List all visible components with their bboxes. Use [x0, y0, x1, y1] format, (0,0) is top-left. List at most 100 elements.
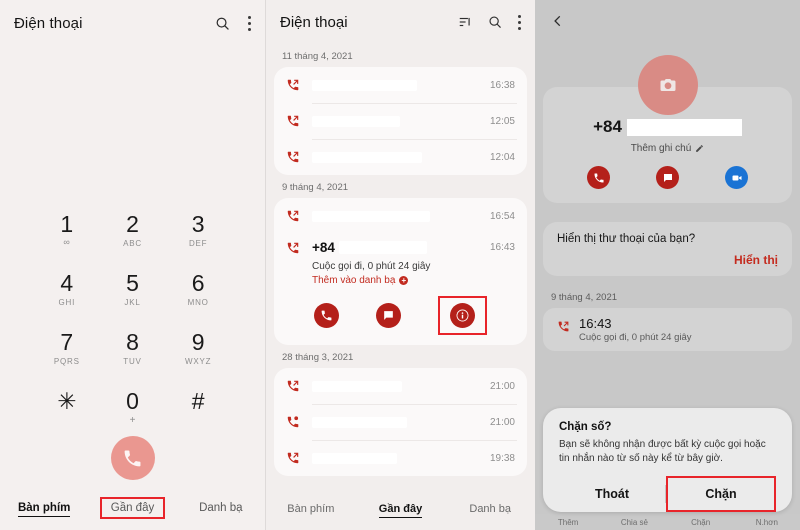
action-call-wrap	[314, 303, 340, 328]
call-time: 21:00	[489, 416, 515, 428]
camera-icon	[660, 79, 675, 91]
back-arrow-icon	[554, 15, 561, 27]
add-note-button[interactable]: Thêm ghi chú	[543, 143, 792, 154]
dialpad-key-3[interactable]: 3 DEF	[165, 212, 231, 249]
dialpad-key-4[interactable]: 4 GHI	[34, 271, 100, 308]
more-vertical-icon[interactable]	[518, 14, 521, 30]
tab-keypad[interactable]: Bàn phím	[266, 503, 356, 515]
table-row[interactable]: 21:00	[274, 368, 527, 404]
call-history-item[interactable]: 16:43 Cuộc gọi đi, 0 phút 24 giây	[543, 308, 792, 351]
outgoing-call-icon	[286, 451, 304, 465]
message-button[interactable]	[656, 166, 679, 189]
voicemail-question: Hiển thị thư thoại của bạn?	[557, 233, 696, 245]
dialpad-key-1[interactable]: 1 ∞	[34, 212, 100, 249]
add-note-label: Thêm ghi chú	[630, 143, 692, 154]
call-time: 16:43	[579, 316, 612, 331]
back-button[interactable]	[535, 0, 800, 33]
dialog-title: Chặn số?	[559, 421, 612, 433]
key-letters: DEF	[188, 239, 208, 248]
sort-icon[interactable]	[458, 15, 472, 29]
dialpad-key-hash[interactable]: #	[165, 389, 231, 426]
date-header: 11 tháng 4, 2021	[282, 51, 353, 62]
redacted-name	[312, 79, 417, 91]
tab-keypad[interactable]: Bàn phím	[0, 502, 88, 517]
table-row[interactable]: 16:38	[274, 67, 527, 103]
info-button[interactable]	[449, 303, 475, 328]
voicemail-banner: Hiển thị thư thoại của bạn? Hiển thị	[543, 222, 792, 276]
dialpad-key-9[interactable]: 9 WXYZ	[165, 330, 231, 367]
call-button[interactable]	[314, 303, 340, 328]
screenshot-root: Điện thoại 1 ∞ 2 ABC 3 DEF 4 GHI 5 JKL 6…	[0, 0, 800, 530]
bottom-bar-item-share[interactable]: Chia sẻ	[601, 518, 667, 527]
phone-number-row: +84	[543, 117, 792, 137]
dialpad-key-8[interactable]: 8 TUV	[100, 330, 166, 367]
search-icon[interactable]	[488, 15, 502, 29]
dialpad-key-2[interactable]: 2 ABC	[100, 212, 166, 249]
expanded-header[interactable]: +84 16:43	[274, 234, 527, 257]
date-header: 9 tháng 4, 2021	[282, 182, 349, 193]
tab-label: Danh bạ	[199, 502, 243, 514]
redacted-name	[312, 210, 430, 222]
call-time: 12:04	[489, 151, 515, 163]
redacted-number	[338, 241, 427, 254]
highlight-box: Gần đây	[99, 497, 166, 519]
redacted-name	[312, 380, 402, 392]
block-button[interactable]: Chặn	[666, 476, 776, 512]
dialpad-key-5[interactable]: 5 JKL	[100, 271, 166, 308]
bottom-tabs: Bàn phím Gần đây Danh bạ	[266, 488, 535, 530]
dialpad-key-star[interactable]: ✳	[34, 389, 100, 426]
call-history-text: 16:43 Cuộc gọi đi, 0 phút 24 giây	[579, 316, 692, 343]
table-row[interactable]: 12:04	[274, 139, 527, 175]
call-icon	[124, 450, 141, 466]
voicemail-show-button[interactable]: Hiển thị	[557, 253, 778, 267]
call-log-header: Điện thoại	[266, 0, 535, 44]
bottom-bar-item-more[interactable]: N.hơn	[734, 518, 800, 527]
video-call-icon	[732, 175, 741, 180]
call-time: 19:38	[489, 452, 515, 464]
page-title: Điện thoại	[14, 14, 83, 32]
call-time: 12:05	[489, 115, 515, 127]
table-row[interactable]: 16:54	[274, 198, 527, 234]
dialpad-key-0[interactable]: 0 +	[100, 389, 166, 427]
table-row[interactable]: 12:05	[274, 103, 527, 139]
call-time: 16:43	[489, 242, 515, 253]
video-call-button[interactable]	[725, 166, 748, 189]
dialpad-key-6[interactable]: 6 MNO	[165, 271, 231, 308]
avatar[interactable]	[637, 55, 698, 115]
tab-recent[interactable]: Gần đây	[356, 503, 446, 518]
key-digit: 4	[60, 270, 74, 296]
tab-contacts[interactable]: Danh bạ	[177, 502, 265, 514]
bottom-bar-item-add[interactable]: Thêm	[535, 518, 601, 527]
phone-number-prefix: +84	[593, 117, 622, 136]
tab-contacts[interactable]: Danh bạ	[445, 503, 535, 515]
key-digit: #	[191, 388, 205, 414]
outgoing-call-icon	[286, 150, 304, 164]
search-icon[interactable]	[215, 16, 230, 31]
table-row[interactable]: 21:00	[274, 404, 527, 440]
message-button[interactable]	[375, 303, 401, 328]
call-log-group: 16:54 +84 16:43 Cuộc gọi đi, 0 phút 24 g…	[274, 198, 527, 345]
page-title: Điện thoại	[280, 13, 348, 31]
table-row[interactable]: 19:38	[274, 440, 527, 476]
call-button[interactable]	[110, 436, 155, 480]
key-letters: TUV	[123, 357, 142, 366]
call-button[interactable]	[587, 166, 610, 189]
call-time: 21:00	[489, 380, 515, 392]
cancel-button[interactable]: Thoát	[559, 478, 665, 510]
tab-recent[interactable]: Gần đây	[88, 497, 176, 519]
redacted-name	[312, 452, 397, 464]
panel-call-log: Điện thoại 11 tháng 4, 2021 16:38 12:05 …	[265, 0, 535, 530]
message-icon	[384, 311, 393, 320]
date-header: 9 tháng 4, 2021	[551, 292, 618, 303]
header-actions	[458, 14, 521, 30]
dialpad-key-7[interactable]: 7 PQRS	[34, 330, 100, 367]
more-vertical-icon[interactable]	[248, 15, 251, 31]
key-digit: ✳	[57, 388, 77, 414]
key-digit: 6	[191, 270, 205, 296]
outgoing-call-icon	[286, 78, 304, 92]
block-number-dialog: Chặn số? Bạn sẽ không nhận được bất kỳ c…	[543, 408, 792, 512]
add-to-contacts-link[interactable]: Thêm vào danh bạ +	[274, 272, 527, 286]
key-letters: JKL	[124, 298, 141, 307]
key-letters: +	[129, 415, 136, 426]
bottom-bar-item-block[interactable]: Chặn	[668, 518, 734, 527]
